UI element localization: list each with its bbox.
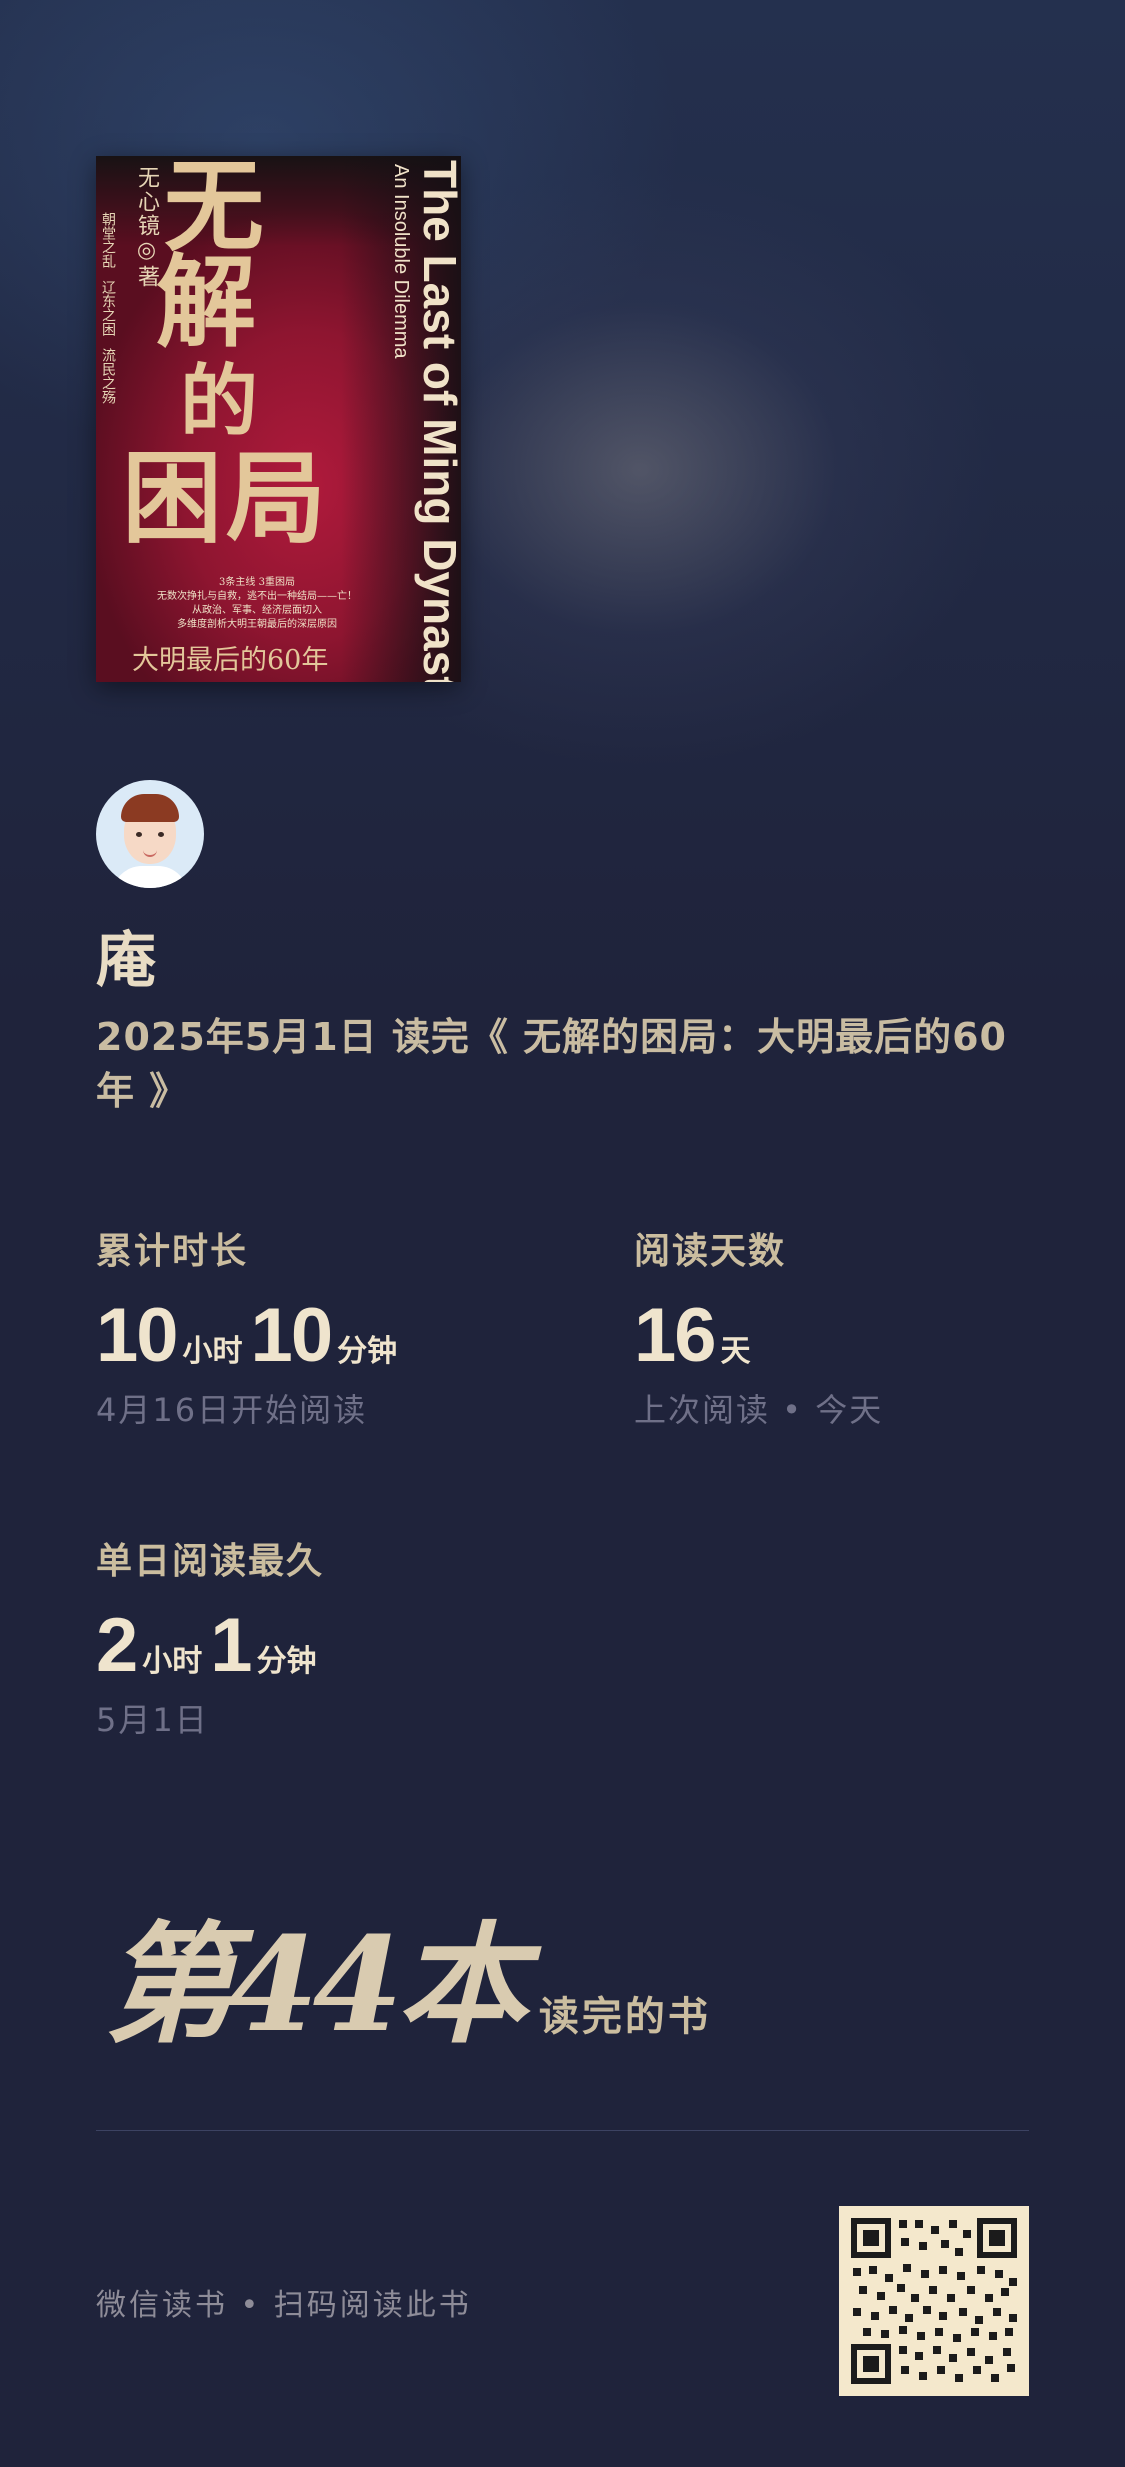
stat-label: 累计时长	[96, 1230, 249, 1272]
avatar[interactable]	[96, 780, 204, 888]
qr-code-pattern	[849, 2216, 1019, 2386]
finish-statement: 2025年5月1日 读完《 无解的困局：大明最后的60年 》	[96, 1015, 1007, 1113]
stat-hours-unit: 小时	[182, 1334, 243, 1369]
stat-days-number: 16	[634, 1293, 717, 1378]
stat-label: 单日阅读最久	[96, 1540, 325, 1582]
stat-value: 16 天	[634, 1292, 883, 1379]
stat-hours-unit: 小时	[142, 1644, 203, 1679]
avatar-eye	[136, 832, 142, 837]
cover-english-line2: The Last of Ming Dynasty	[414, 160, 461, 682]
stat-hours-number: 10	[96, 1293, 179, 1378]
rank-caption: 读完的书	[538, 1994, 711, 2040]
cover-title-char: 的	[180, 356, 259, 447]
cover-title-char: 解	[156, 243, 256, 361]
cover-tag: 辽东之困	[100, 280, 116, 336]
cover-tag: 流民之殇	[100, 348, 116, 404]
stat-hours-number: 2	[96, 1603, 138, 1688]
stat-note: 4月16日开始阅读	[96, 1391, 368, 1429]
avatar-hair	[121, 794, 179, 822]
footer-text: 微信读书 • 扫码阅读此书	[96, 2288, 472, 2323]
cover-subtitle: 大明最后的60年	[132, 645, 329, 676]
cover-blurb-line: 无数次挣扎与自救，逃不出一种结局——亡！	[157, 591, 357, 602]
qr-code[interactable]	[839, 2206, 1029, 2396]
stat-minutes-number: 10	[250, 1293, 334, 1378]
book-cover[interactable]: 无心镜◎著 朝堂之乱 辽东之困 流民之殇 无 解 的 困 局 An Insolu…	[96, 156, 461, 682]
divider	[96, 2130, 1029, 2131]
stat-minutes-number: 1	[210, 1603, 252, 1688]
avatar-eye	[158, 832, 164, 837]
username: 庵	[96, 926, 156, 996]
stat-days-unit: 天	[720, 1334, 751, 1369]
stat-note: 上次阅读 • 今天	[634, 1391, 884, 1429]
stat-label: 阅读天数	[634, 1230, 787, 1272]
rank-number: 第44本	[104, 1908, 527, 2061]
cover-title-char: 困	[122, 439, 222, 557]
cover-blurb-line: 多维度剖析大明王朝最后的深层原因	[177, 619, 337, 630]
cover-title-char: 局	[226, 439, 326, 557]
stat-longest-day: 单日阅读最久 2 小时 1 分钟 5月1日	[96, 1532, 325, 1741]
stat-reading-days: 阅读天数 16 天 上次阅读 • 今天	[634, 1222, 883, 1431]
cover-blurb-line: 3条主线 3重困局	[219, 577, 295, 588]
book-rank: 第44本 读完的书	[104, 1880, 711, 2068]
cover-tags: 朝堂之乱 辽东之困 流民之殇	[100, 212, 116, 404]
stat-minutes-unit: 分钟	[256, 1644, 317, 1679]
cover-title-char: 无	[164, 156, 264, 265]
stat-minutes-unit: 分钟	[337, 1334, 398, 1369]
cover-blurb: 3条主线 3重困局 无数次挣扎与自救，逃不出一种结局——亡！ 从政治、军事、经济…	[152, 576, 362, 632]
stat-note: 5月1日	[96, 1701, 209, 1739]
stat-total-time: 累计时长 10 小时 10 分钟 4月16日开始阅读	[96, 1222, 405, 1431]
cover-blurb-line: 从政治、军事、经济层面切入	[192, 605, 322, 616]
avatar-shirt	[112, 866, 188, 888]
stat-value: 2 小时 1 分钟	[96, 1602, 325, 1689]
stat-value: 10 小时 10 分钟	[96, 1292, 405, 1379]
cover-english-line1: An Insoluble Dilemma	[390, 164, 412, 359]
cover-tag: 朝堂之乱	[100, 212, 116, 268]
